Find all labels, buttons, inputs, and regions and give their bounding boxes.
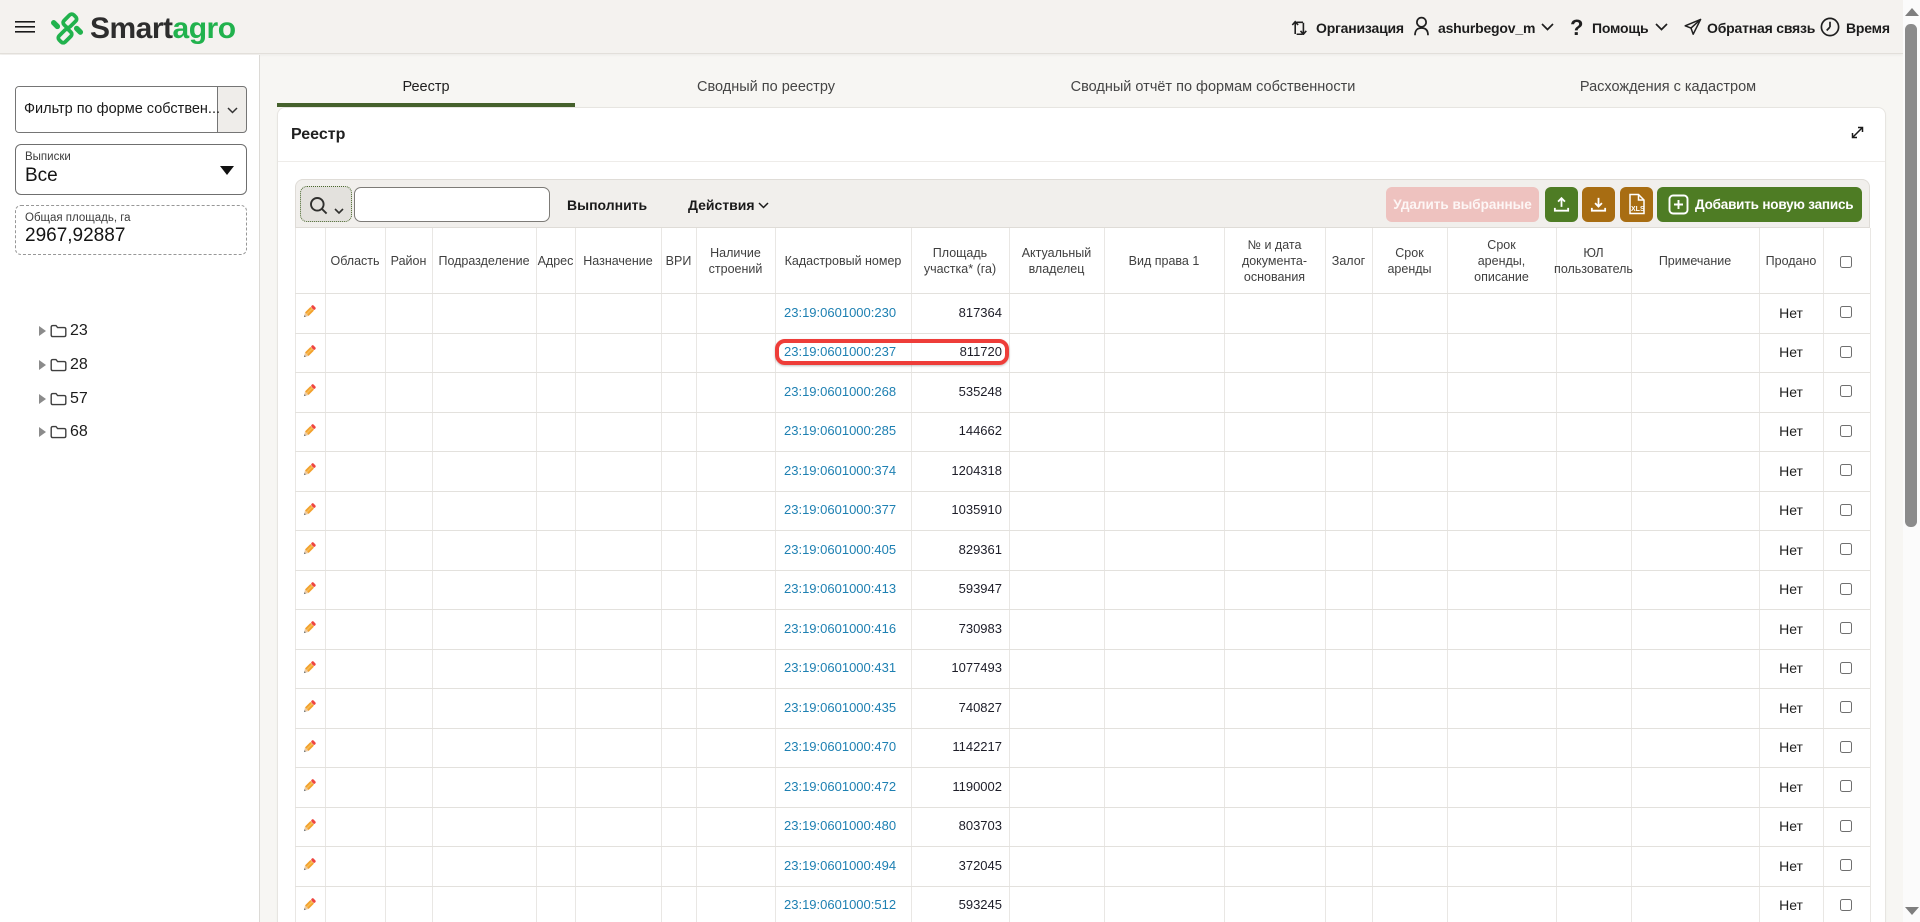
svg-text:XLS: XLS — [1631, 206, 1645, 213]
